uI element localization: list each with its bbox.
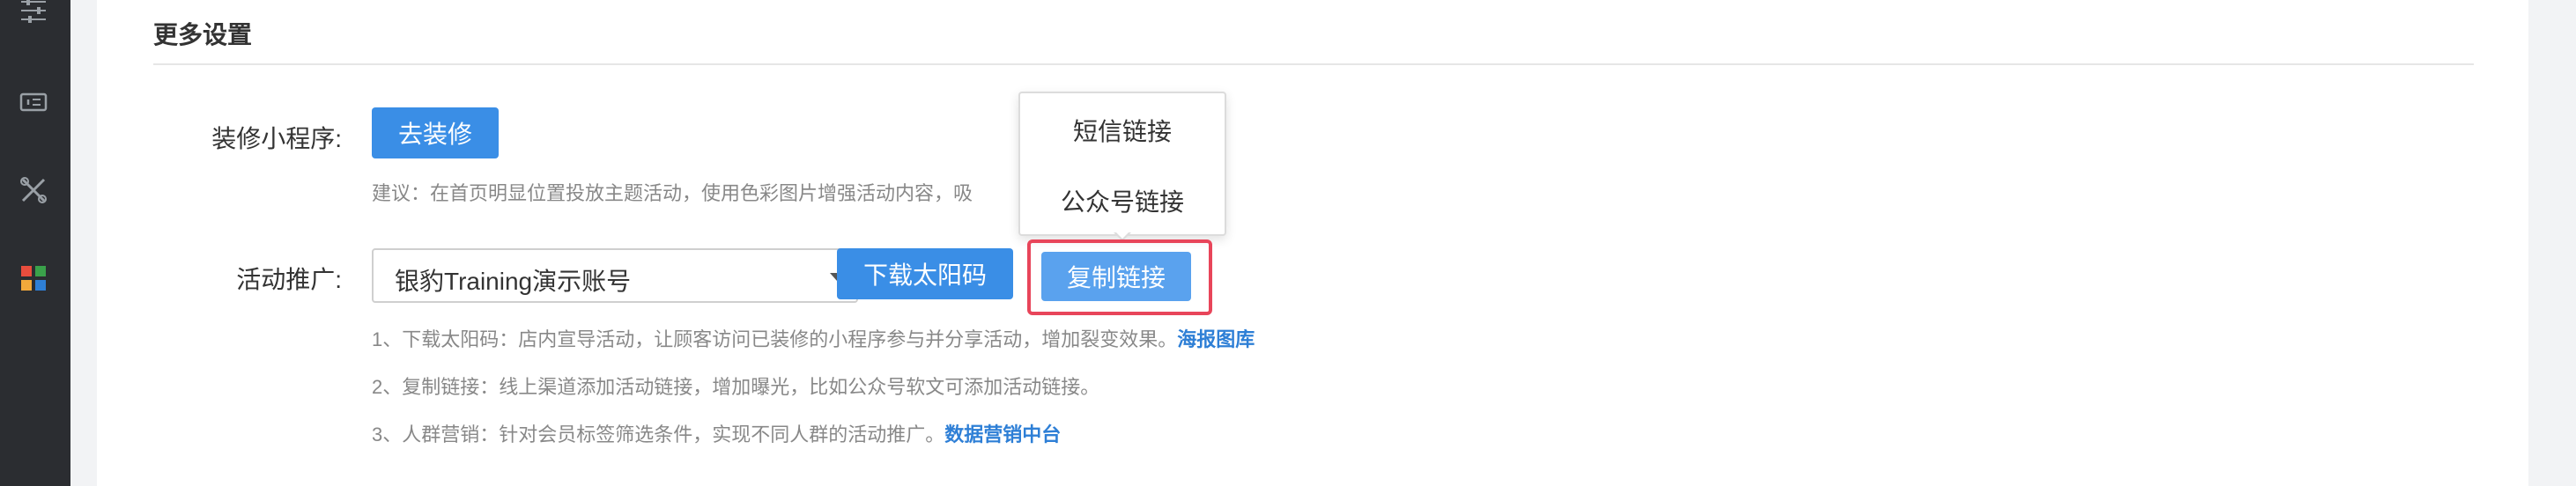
poster-gallery-link[interactable]: 海报图库 [1177, 328, 1255, 350]
tools-icon[interactable] [16, 173, 51, 208]
hint-copy: 2、复制链接：线上渠道添加活动链接，增加曝光，比如公众号软文可添加活动链接。 [372, 372, 1099, 400]
hint-copy-text: 2、复制链接：线上渠道添加活动链接，增加曝光，比如公众号软文可添加活动链接。 [372, 376, 1100, 398]
popup-arrow-inner [1115, 232, 1129, 239]
promote-label: 活动推广: [236, 266, 342, 293]
hint-crowd: 3、人群营销：针对会员标签筛选条件，实现不同人群的活动推广。数据营销中台 [372, 419, 1061, 447]
settings-card: 更多设置 装修小程序: 去装修 建议：在首页明显位置投放主题活动，使用色彩图片增… [97, 0, 2528, 486]
data-marketing-center-link[interactable]: 数据营销中台 [944, 423, 1061, 446]
decorate-label: 装修小程序: [211, 125, 342, 152]
decorate-suggestion: 建议：在首页明显位置投放主题活动，使用色彩图片增强活动内容，吸 [372, 182, 973, 204]
popup-item-official-account-link[interactable]: 公众号链接 [1020, 183, 1225, 218]
section-divider [153, 63, 2474, 65]
popup-item-sms-link[interactable]: 短信链接 [1020, 113, 1225, 148]
apps-grid-icon[interactable] [16, 261, 51, 296]
hint-crowd-text: 3、人群营销：针对会员标签筛选条件，实现不同人群的活动推广。 [372, 423, 945, 446]
section-title: 更多设置 [153, 21, 253, 48]
copy-link-popup: 短信链接 公众号链接 [1018, 92, 1226, 236]
sliders-icon[interactable] [16, 0, 51, 28]
left-sidebar [0, 0, 70, 486]
hint-download-text: 1、下载太阳码：店内宣导活动，让顾客访问已装修的小程序参与并分享活动，增加裂变效… [372, 328, 1178, 350]
account-select[interactable]: 银豹Training演示账号 [372, 248, 858, 303]
download-sun-code-button[interactable]: 下载太阳码 [837, 248, 1013, 299]
ticket-icon[interactable] [16, 85, 51, 120]
highlight-frame [1027, 239, 1212, 315]
decorate-button[interactable]: 去装修 [372, 107, 499, 158]
account-select-value: 银豹Training演示账号 [395, 268, 632, 295]
hint-download: 1、下载太阳码：店内宣导活动，让顾客访问已装修的小程序参与并分享活动，增加裂变效… [372, 324, 1255, 352]
